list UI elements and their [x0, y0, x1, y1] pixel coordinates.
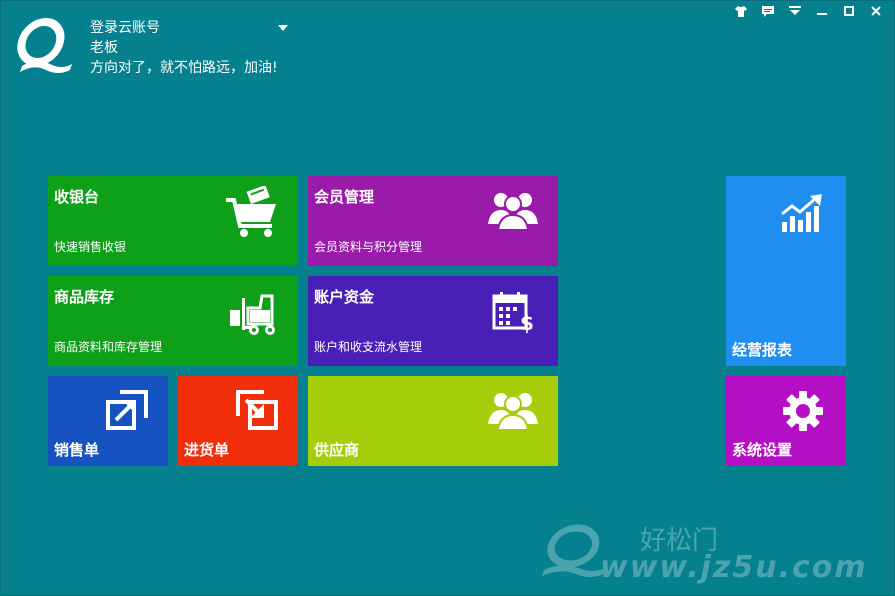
- forklift-icon: [230, 294, 275, 335]
- tile-description: 快速销售收银: [54, 240, 127, 254]
- message-icon[interactable]: [754, 2, 781, 20]
- tile-settings[interactable]: 系统设置: [726, 376, 846, 466]
- app-logo: [17, 18, 72, 73]
- users-icon: [488, 393, 538, 431]
- tile-title: 账户资金: [314, 288, 375, 306]
- tile-sales-order[interactable]: 销售单: [48, 376, 168, 466]
- export-arrow-icon: [106, 390, 148, 430]
- watermark-url: www.jz5u.com: [600, 550, 868, 585]
- skin-icon[interactable]: [727, 2, 754, 20]
- tile-title: 商品库存: [54, 288, 115, 306]
- minimize-icon[interactable]: [808, 2, 835, 20]
- username: 老板: [90, 40, 118, 56]
- window-controls: [727, 2, 889, 20]
- tile-inventory[interactable]: 商品库存 商品资料和库存管理: [48, 276, 298, 366]
- menu-icon[interactable]: [781, 2, 808, 20]
- motto-text: 方向对了，就不怕路远，加油!: [90, 60, 278, 76]
- tile-title: 进货单: [184, 441, 230, 459]
- login-cloud-account-label[interactable]: 登录云账号: [90, 18, 278, 38]
- tile-title: 系统设置: [732, 441, 793, 459]
- account-panel: 登录云账号 老板 方向对了，就不怕路远，加油!: [90, 18, 278, 78]
- svg-text:$: $: [520, 311, 534, 334]
- tile-description: 会员资料与积分管理: [314, 240, 423, 254]
- tile-description: 商品资料和库存管理: [54, 340, 163, 354]
- tile-title: 收银台: [54, 188, 100, 206]
- chevron-down-icon[interactable]: [277, 24, 289, 32]
- users-icon: [488, 193, 538, 231]
- calendar-dollar-icon: $: [492, 292, 534, 334]
- tile-cashier[interactable]: 收银台 快速销售收银: [48, 176, 298, 266]
- tile-description: 账户和收支流水管理: [314, 340, 423, 354]
- tile-title: 销售单: [54, 441, 100, 459]
- shopping-cart-icon: [226, 186, 276, 237]
- tile-accounts[interactable]: 账户资金 账户和收支流水管理 $: [308, 276, 558, 366]
- tile-title: 经营报表: [732, 341, 793, 359]
- close-icon[interactable]: [862, 2, 889, 20]
- chart-trend-icon: [781, 194, 822, 232]
- tile-members[interactable]: 会员管理 会员资料与积分管理: [308, 176, 558, 266]
- tile-title: 会员管理: [314, 188, 375, 206]
- import-arrow-icon: [236, 390, 278, 430]
- watermark: 好松门 www.jz5u.com: [540, 520, 880, 585]
- maximize-icon[interactable]: [835, 2, 862, 20]
- tile-purchase-order[interactable]: 进货单: [178, 376, 298, 466]
- tile-suppliers[interactable]: 供应商: [308, 376, 558, 466]
- tile-reports[interactable]: 经营报表: [726, 176, 846, 366]
- gear-icon: [783, 391, 823, 431]
- tile-title: 供应商: [314, 441, 360, 459]
